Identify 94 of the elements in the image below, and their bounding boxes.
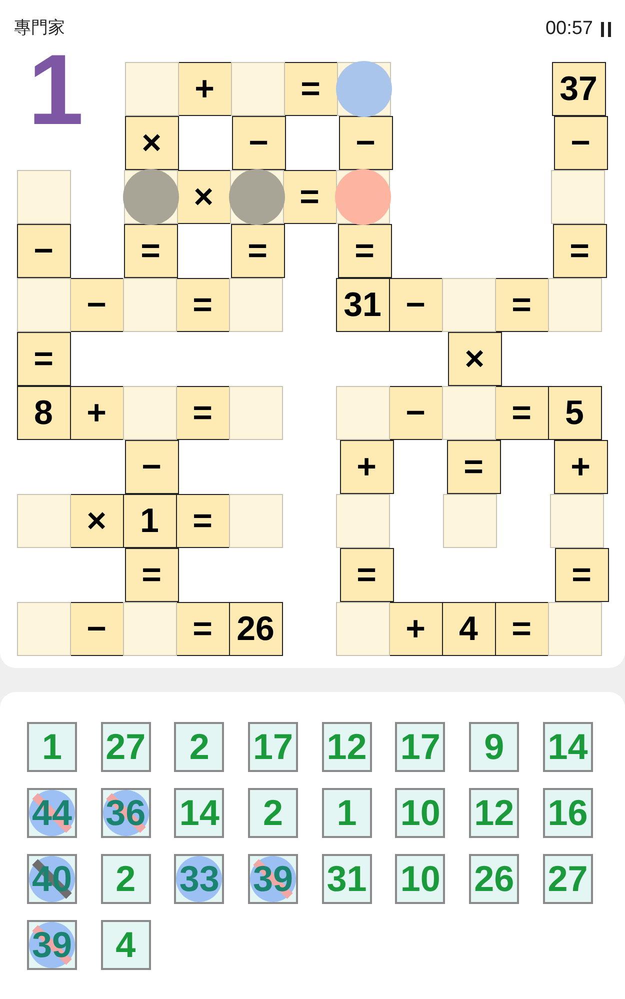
given-cell: 5 xyxy=(548,386,602,440)
given-cell: 1 xyxy=(122,494,176,548)
handwritten-mark: 1 xyxy=(28,40,84,140)
number-tile[interactable]: 1 xyxy=(322,788,372,838)
number-tile[interactable]: 14 xyxy=(174,788,224,838)
tile-number: 17 xyxy=(400,729,440,765)
tile-number: 33 xyxy=(179,861,220,897)
number-tile[interactable]: 2 xyxy=(100,854,151,904)
number-tile[interactable]: 17 xyxy=(395,722,446,772)
number-tile[interactable]: 10 xyxy=(395,788,446,838)
given-cell: − xyxy=(554,116,608,170)
given-cell: 26 xyxy=(228,602,282,656)
tile-number: 12 xyxy=(474,795,514,831)
tile-number: 12 xyxy=(326,729,367,765)
tile-number: 27 xyxy=(106,729,146,765)
given-cell: = xyxy=(284,62,338,116)
number-tile[interactable]: 27 xyxy=(100,722,151,772)
tile-number: 2 xyxy=(189,729,210,765)
level-name: 專門家 xyxy=(14,17,65,40)
given-cell: = xyxy=(494,278,548,332)
tile-number: 26 xyxy=(474,861,514,897)
given-cell: = xyxy=(338,224,392,278)
given-cell: + xyxy=(340,440,394,494)
number-tile[interactable]: 2 xyxy=(174,722,224,772)
given-cell: × xyxy=(70,494,124,548)
timer: 00:57 xyxy=(545,16,593,41)
given-cell: = xyxy=(554,548,608,602)
tile-number: 17 xyxy=(253,729,294,765)
given-cell: + xyxy=(178,62,232,116)
given-cell: = xyxy=(282,170,336,224)
number-tile[interactable]: 16 xyxy=(542,788,593,838)
tile-number: 1 xyxy=(42,729,62,765)
given-cell: − xyxy=(388,386,442,440)
given-cell: = xyxy=(16,332,70,386)
given-cell: = xyxy=(176,386,230,440)
given-cell: − xyxy=(70,602,124,656)
given-cell: = xyxy=(176,602,230,656)
number-tile[interactable]: 4 xyxy=(100,920,151,970)
number-tile[interactable]: 9 xyxy=(469,722,520,772)
given-cell: = xyxy=(124,224,178,278)
given-cell: 8 xyxy=(16,386,70,440)
tile-number: 27 xyxy=(548,861,588,897)
given-cell: − xyxy=(70,278,124,332)
number-tile[interactable]: 31 xyxy=(322,854,372,904)
given-cell: = xyxy=(340,548,394,602)
number-tile[interactable]: 2 xyxy=(248,788,298,838)
tile-number: 1 xyxy=(336,795,357,831)
given-cell: + xyxy=(554,440,608,494)
tile-number: 10 xyxy=(400,795,440,831)
tile-number: 10 xyxy=(400,861,440,897)
given-cell: = xyxy=(494,386,548,440)
number-tile[interactable]: 27 xyxy=(542,854,593,904)
tile-number: 14 xyxy=(548,729,588,765)
given-cell: − xyxy=(388,278,442,332)
given-cell: = xyxy=(176,278,230,332)
given-cell: − xyxy=(16,224,70,278)
given-cell: 31 xyxy=(336,278,390,332)
tile-number: 4 xyxy=(116,927,136,963)
tile-number: 2 xyxy=(263,795,284,831)
given-cell: = xyxy=(124,548,178,602)
given-cell: × xyxy=(448,332,502,386)
empty-cell[interactable] xyxy=(550,494,604,548)
empty-cell[interactable] xyxy=(550,170,604,224)
tile-number: 31 xyxy=(326,861,367,897)
given-cell: 4 xyxy=(442,602,496,656)
tile-number: 9 xyxy=(484,729,504,765)
tile-number: 2 xyxy=(116,861,136,897)
given-cell: = xyxy=(494,602,548,656)
given-cell: − xyxy=(232,116,286,170)
given-cell: 37 xyxy=(552,62,606,116)
given-cell: × xyxy=(124,116,178,170)
number-tile[interactable]: 10 xyxy=(395,854,446,904)
given-cell: = xyxy=(176,494,230,548)
given-cell: × xyxy=(176,170,230,224)
empty-cell[interactable] xyxy=(442,494,496,548)
given-cell: = xyxy=(552,224,606,278)
number-tile[interactable]: 12 xyxy=(469,788,520,838)
pause-button[interactable] xyxy=(601,21,611,37)
given-cell: = xyxy=(230,224,284,278)
number-tile[interactable]: 17 xyxy=(248,722,298,772)
number-tile[interactable]: 14 xyxy=(542,722,593,772)
empty-cell[interactable] xyxy=(16,170,70,224)
number-tile[interactable]: 12 xyxy=(322,722,372,772)
given-cell: − xyxy=(124,440,178,494)
number-tile[interactable]: 1 xyxy=(27,722,77,772)
given-cell: + xyxy=(388,602,442,656)
given-cell: = xyxy=(446,440,500,494)
tile-number: 16 xyxy=(548,795,588,831)
tile-number: 14 xyxy=(179,795,220,831)
given-cell: − xyxy=(338,116,392,170)
empty-cell[interactable] xyxy=(336,494,390,548)
number-tile[interactable]: 33 xyxy=(174,854,224,904)
number-tile[interactable]: 26 xyxy=(469,854,520,904)
given-cell: + xyxy=(70,386,124,440)
